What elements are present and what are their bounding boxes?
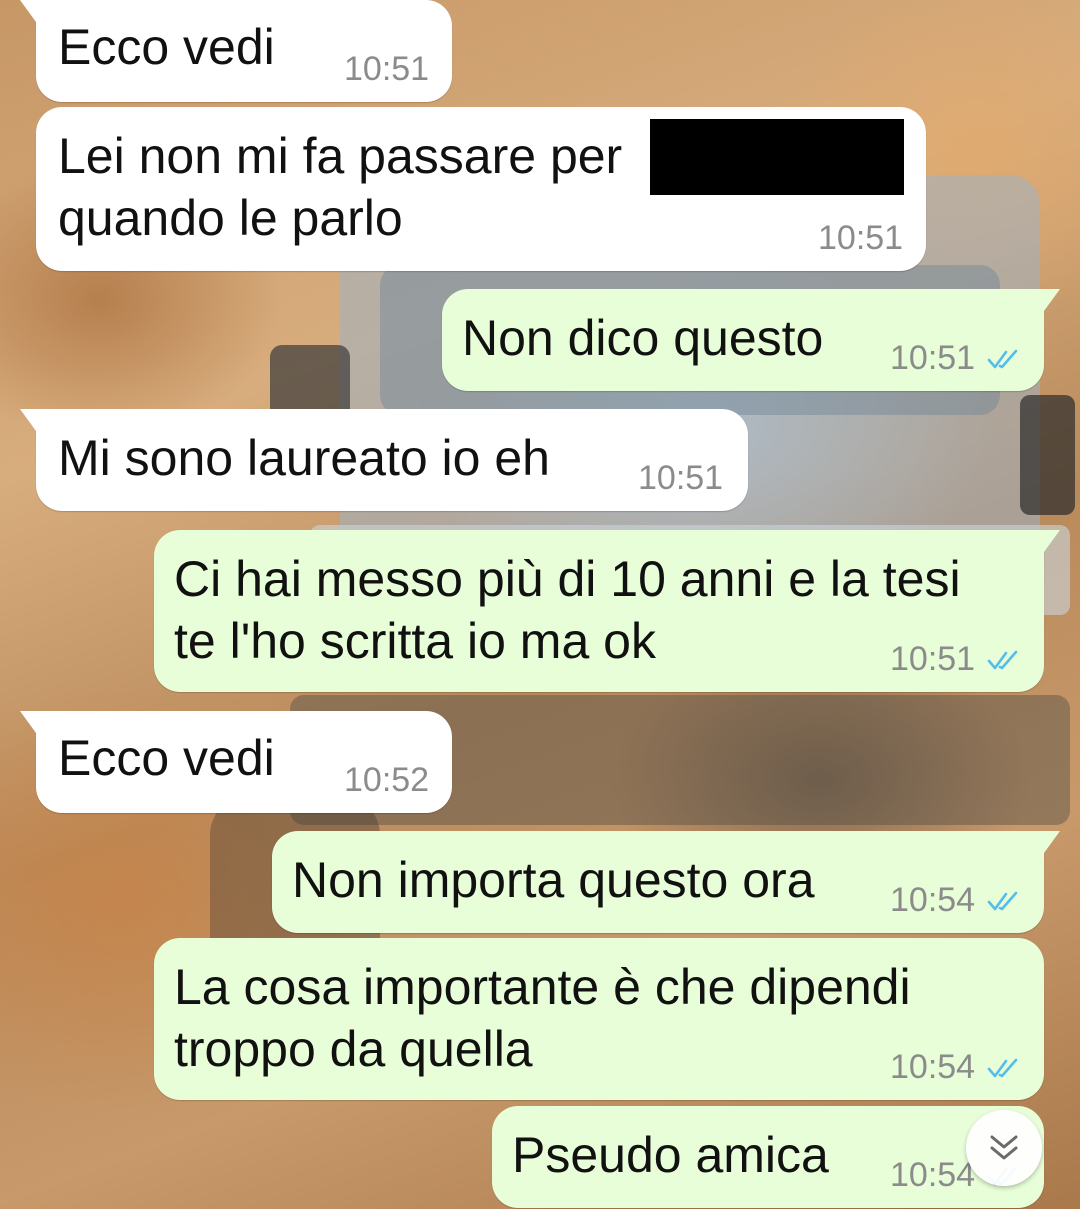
- double-check-icon: [987, 891, 1018, 911]
- message-incoming[interactable]: Ecco vedi 10:51: [20, 0, 452, 102]
- message-outgoing[interactable]: Non importa questo ora 10:54: [272, 831, 1060, 933]
- message-time: 10:54: [890, 1048, 976, 1086]
- redaction-block: [650, 119, 904, 195]
- message-text: Ecco vedi: [58, 730, 275, 786]
- message-incoming[interactable]: Lei non mi fa passare per quando le parl…: [36, 107, 926, 271]
- message-text: Pseudo amica: [512, 1127, 829, 1183]
- message-time: 10:51: [890, 339, 976, 377]
- message-incoming[interactable]: Mi sono laureato io eh 10:51: [20, 409, 748, 511]
- message-outgoing[interactable]: Non dico questo 10:51: [442, 289, 1060, 391]
- message-incoming[interactable]: Ecco vedi 10:52: [20, 711, 452, 813]
- message-time: 10:51: [818, 219, 904, 257]
- message-text: te l'ho scritta io ma ok: [174, 613, 656, 669]
- message-text: Non importa questo ora: [292, 852, 815, 908]
- double-check-icon: [987, 650, 1018, 670]
- message-text: Ecco vedi: [58, 19, 275, 75]
- message-text: Lei non mi fa passare per: [58, 128, 623, 184]
- message-text: Ci hai messo più di 10 anni e la tesi: [174, 551, 961, 607]
- message-outgoing[interactable]: Ci hai messo più di 10 anni e la tesi te…: [154, 530, 1060, 692]
- double-check-icon: [987, 1058, 1018, 1078]
- message-time: 10:51: [890, 640, 976, 678]
- message-time: 10:51: [344, 50, 430, 88]
- message-time: 10:54: [890, 1156, 976, 1194]
- double-chevron-down-icon: [990, 1135, 1018, 1160]
- message-time: 10:54: [890, 881, 976, 919]
- message-outgoing[interactable]: Pseudo amica 10:54: [492, 1106, 1044, 1208]
- message-text: quando le parlo: [58, 190, 403, 246]
- message-time: 10:51: [638, 459, 724, 497]
- message-text: troppo da quella: [174, 1021, 533, 1077]
- message-time: 10:52: [344, 761, 430, 799]
- message-text: La cosa importante è che dipendi: [174, 959, 911, 1015]
- message-text: Non dico questo: [462, 310, 824, 366]
- scroll-to-bottom-button[interactable]: [966, 1110, 1042, 1186]
- message-outgoing[interactable]: La cosa importante è che dipendi troppo …: [154, 938, 1044, 1100]
- double-check-icon: [987, 349, 1018, 369]
- message-text: Mi sono laureato io eh: [58, 430, 550, 486]
